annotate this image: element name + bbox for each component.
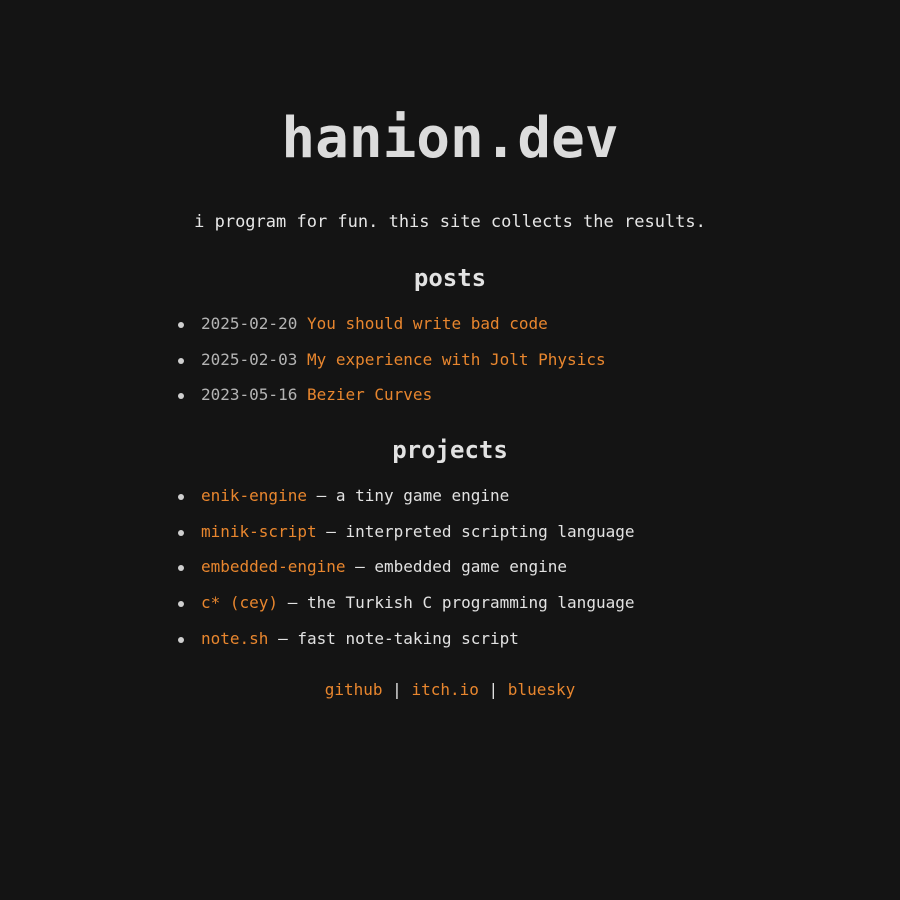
- itchio-link[interactable]: itch.io: [411, 680, 478, 699]
- projects-list: enik-engine – a tiny game engine minik-s…: [178, 484, 634, 662]
- post-date: 2023-05-16: [201, 385, 298, 405]
- bullet-icon: [178, 494, 184, 500]
- post-link[interactable]: You should write bad code: [307, 314, 548, 333]
- post-item: 2023-05-16 Bezier Curves: [178, 383, 606, 419]
- site-title: hanion.dev: [281, 106, 619, 171]
- bullet-icon: [178, 601, 184, 608]
- project-item: c* (cey) – the Turkish C programming lan…: [178, 591, 634, 627]
- project-description: – interpreted scripting language: [316, 521, 635, 541]
- project-description: – a tiny game engine: [306, 486, 510, 505]
- posts-list: 2025-02-20 You should write bad code 202…: [178, 312, 606, 419]
- post-date: 2025-02-20: [201, 314, 298, 333]
- bullet-icon: [178, 393, 184, 400]
- project-description: – embedded game engine: [345, 557, 568, 577]
- post-item: 2025-02-03 My experience with Jolt Physi…: [178, 348, 606, 384]
- bluesky-link[interactable]: bluesky: [508, 680, 575, 699]
- footer-separator: |: [382, 680, 412, 699]
- posts-heading: posts: [413, 264, 487, 292]
- post-item: 2025-02-20 You should write bad code: [178, 312, 606, 348]
- project-description: – the Turkish C programming language: [278, 593, 635, 613]
- bullet-icon: [178, 357, 184, 364]
- bullet-icon: [178, 565, 184, 572]
- project-link[interactable]: note.sh: [201, 629, 268, 648]
- project-link[interactable]: embedded-engine: [201, 557, 346, 576]
- project-item: minik-script – interpreted scripting lan…: [178, 520, 634, 556]
- page: hanion.dev i program for fun. this site …: [0, 0, 900, 900]
- project-description: – fast note-taking script: [268, 628, 519, 648]
- bullet-icon: [178, 529, 184, 536]
- site-tagline: i program for fun. this site collects th…: [194, 212, 706, 232]
- project-item: note.sh – fast note-taking script: [178, 627, 634, 663]
- project-item: embedded-engine – embedded game engine: [178, 555, 634, 591]
- bullet-icon: [178, 636, 184, 643]
- project-link[interactable]: enik-engine: [201, 486, 307, 505]
- post-link[interactable]: My experience with Jolt Physics: [307, 350, 606, 369]
- post-date: 2025-02-03: [201, 349, 298, 369]
- project-link[interactable]: c* (cey): [201, 593, 278, 612]
- post-link[interactable]: Bezier Curves: [307, 385, 432, 404]
- footer-links: github | itch.io | bluesky: [0, 678, 900, 702]
- footer-separator: |: [478, 680, 508, 699]
- bullet-icon: [178, 322, 184, 328]
- projects-heading: projects: [392, 436, 508, 464]
- github-link[interactable]: github: [325, 680, 383, 699]
- project-item: enik-engine – a tiny game engine: [178, 484, 634, 520]
- project-link[interactable]: minik-script: [201, 522, 317, 541]
